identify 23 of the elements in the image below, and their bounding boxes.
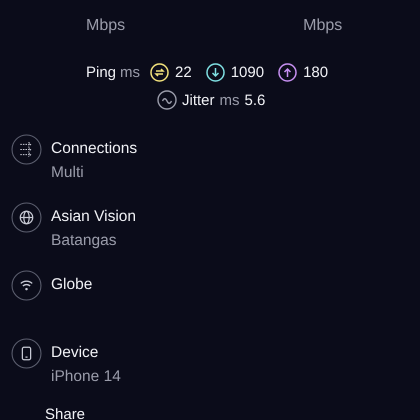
- ping-value: 180: [303, 64, 328, 81]
- detail-value: Multi: [51, 164, 85, 182]
- device-icon: [11, 338, 42, 369]
- detail-value: iPhone 14: [51, 368, 121, 386]
- arrows-icon: [11, 134, 42, 165]
- jitter-unit: ms: [220, 92, 240, 108]
- detail-value: Batangas: [51, 232, 118, 250]
- detail-title: Asian Vision: [51, 208, 136, 226]
- detail-title: Connections: [51, 140, 138, 158]
- ping-label: Ping: [86, 64, 116, 81]
- jitter-value: 5.6: [244, 92, 266, 108]
- ping-value: 1090: [230, 64, 264, 81]
- share-label[interactable]: Share: [45, 406, 86, 420]
- globe-icon: [11, 202, 42, 233]
- speed-unit: Mbps: [303, 17, 342, 35]
- ping-unit: ms: [120, 64, 140, 81]
- wave-icon: [157, 90, 177, 110]
- detail-title: Device: [51, 344, 100, 362]
- ping-value: 22: [175, 64, 192, 81]
- wifi-icon: [11, 270, 42, 301]
- detail-title: Globe: [51, 276, 92, 294]
- jitter-label: Jitter: [182, 92, 215, 108]
- speed-unit: Mbps: [86, 17, 126, 35]
